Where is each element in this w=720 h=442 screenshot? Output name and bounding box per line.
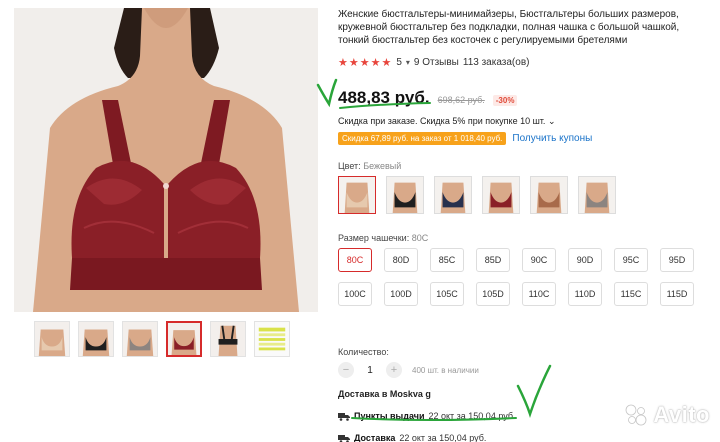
- size-options: 80C 80D 85C 85D 90C 90D 95C 95D 100C 100D 105C 105D…: [338, 248, 710, 306]
- main-product-image[interactable]: [14, 8, 318, 312]
- watermark-text: Avito: [653, 402, 710, 427]
- size-option[interactable]: 90D: [568, 248, 602, 272]
- size-option[interactable]: 110D: [568, 282, 602, 306]
- size-option[interactable]: 115C: [614, 282, 648, 306]
- size-option[interactable]: 110C: [522, 282, 556, 306]
- quantity-stepper: − 1 + 400 шт. в наличии: [338, 362, 479, 378]
- size-option[interactable]: 80C: [338, 248, 372, 272]
- avito-logo-icon: [625, 404, 647, 426]
- size-option[interactable]: 100C: [338, 282, 372, 306]
- color-swatches: [338, 176, 616, 214]
- chevron-down-icon: ⌄: [547, 116, 556, 126]
- orders-count: 113 заказа(ов): [462, 57, 530, 68]
- thumbnail-burgundy[interactable]: [166, 321, 202, 357]
- product-info: Женские бюстгальтеры-минимайзеры, Бюстга…: [338, 8, 710, 442]
- bra-model-photo: [14, 8, 318, 312]
- size-option[interactable]: 90C: [522, 248, 556, 272]
- thumbnail-beige[interactable]: [34, 321, 70, 357]
- chevron-down-icon[interactable]: ▾: [406, 58, 410, 67]
- product-title: Женские бюстгальтеры-минимайзеры, Бюстга…: [338, 9, 680, 46]
- promo-text[interactable]: Скидка при заказе. Скидка 5% при покупке…: [338, 116, 556, 127]
- thumbnail-gray[interactable]: [122, 321, 158, 357]
- discount-badge: -30%: [492, 95, 518, 106]
- courier-label[interactable]: Доставка: [354, 433, 395, 442]
- current-price: 488,83 руб.: [338, 88, 430, 107]
- color-label-text: Цвет:: [338, 161, 361, 171]
- color-label: Цвет: Бежевый: [338, 161, 401, 171]
- avito-watermark: Avito: [623, 402, 710, 428]
- pickup-detail: 22 окт за 150,04 руб.: [428, 411, 516, 421]
- size-option[interactable]: 85C: [430, 248, 464, 272]
- thumbnail-back-view[interactable]: [210, 321, 246, 357]
- color-swatch[interactable]: [338, 176, 376, 214]
- thumbnail-size-chart[interactable]: [254, 321, 290, 357]
- size-option[interactable]: 105C: [430, 282, 464, 306]
- size-label-text: Размер чашечки:: [338, 233, 410, 243]
- size-option[interactable]: 105D: [476, 282, 510, 306]
- size-option[interactable]: 115D: [660, 282, 694, 306]
- size-option[interactable]: 80D: [384, 248, 418, 272]
- thumbnail-strip: [34, 321, 290, 357]
- increment-button[interactable]: +: [386, 362, 402, 378]
- rating-row: ★★★★★ 5 ▾ 9 Отзывы 113 заказа(ов): [338, 56, 529, 69]
- color-swatch[interactable]: [434, 176, 472, 214]
- courier-row: Доставка 22 окт за 150,04 руб.: [338, 433, 486, 442]
- rating-value: 5: [396, 57, 402, 68]
- truck-icon: [338, 434, 350, 442]
- color-swatch[interactable]: [530, 176, 568, 214]
- promo-label: Скидка при заказе. Скидка 5% при покупке…: [338, 116, 546, 126]
- size-option[interactable]: 85D: [476, 248, 510, 272]
- color-selected-value: Бежевый: [363, 161, 402, 171]
- stock-text: 400 шт. в наличии: [412, 365, 479, 375]
- size-option[interactable]: 100D: [384, 282, 418, 306]
- price-row: 488,83 руб. 698,62 руб. -30%: [338, 88, 518, 108]
- old-price: 698,62 руб.: [437, 95, 485, 105]
- quantity-value[interactable]: 1: [362, 365, 378, 376]
- checkmark-price-icon: [316, 78, 338, 108]
- color-swatch[interactable]: [386, 176, 424, 214]
- size-selected-value: 80C: [411, 233, 429, 243]
- rating-stars-icon: ★★★★★: [338, 57, 393, 69]
- quantity-label: Количество:: [338, 347, 389, 357]
- size-label: Размер чашечки: 80C: [338, 233, 428, 243]
- color-swatch[interactable]: [578, 176, 616, 214]
- truck-icon: [338, 412, 350, 421]
- pickup-label[interactable]: Пункты выдачи: [354, 411, 424, 421]
- size-option[interactable]: 95C: [614, 248, 648, 272]
- decrement-button[interactable]: −: [338, 362, 354, 378]
- color-swatch[interactable]: [482, 176, 520, 214]
- coupon-row: Скидка 67,89 руб. на заказ от 1 018,40 р…: [338, 132, 592, 145]
- thumbnail-black[interactable]: [78, 321, 114, 357]
- get-coupons-link[interactable]: Получить купоны: [512, 133, 592, 144]
- checkmark-delivery-icon: [516, 364, 552, 418]
- delivery-title[interactable]: Доставка в Moskva g: [338, 389, 431, 399]
- courier-detail: 22 окт за 150,04 руб.: [399, 433, 487, 442]
- coupon-badge: Скидка 67,89 руб. на заказ от 1 018,40 р…: [338, 132, 507, 145]
- reviews-link[interactable]: 9 Отзывы: [414, 57, 459, 68]
- size-option[interactable]: 95D: [660, 248, 694, 272]
- pickup-row: Пункты выдачи 22 окт за 150,04 руб.: [338, 411, 515, 421]
